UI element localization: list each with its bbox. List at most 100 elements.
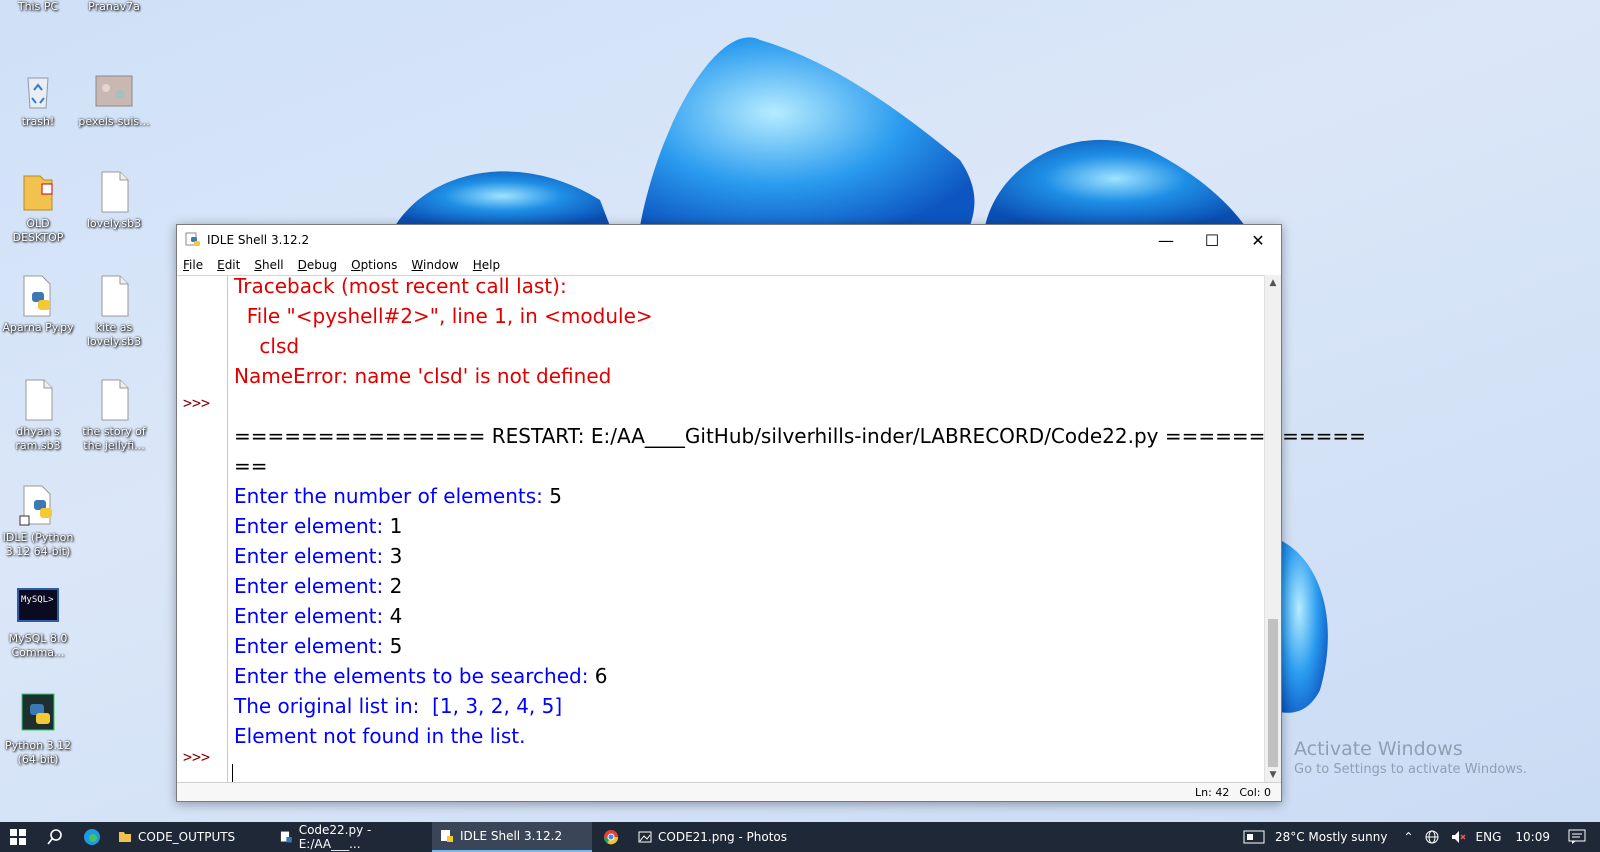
column-number: Col: 0 xyxy=(1239,785,1271,799)
desktop-icon-old-desktop[interactable]: OLD DESKTOP xyxy=(2,170,74,245)
folder-icon xyxy=(23,175,53,211)
prompt-gutter: >>> >>> xyxy=(177,276,228,784)
output-line: Enter element: 5 xyxy=(234,634,402,658)
desktop-icon-pranav7a[interactable]: Pranav7a xyxy=(78,0,150,14)
desktop-icon-label: This PC xyxy=(17,0,59,13)
desktop-icon-label: OLD DESKTOP xyxy=(12,217,64,244)
output-line: Enter the number of elements: 5 xyxy=(234,484,562,508)
menu-help[interactable]: Help xyxy=(473,258,500,272)
shell-prompt: >>> xyxy=(183,748,211,766)
desktop-icon-label: dhyan s ram.sb3 xyxy=(15,425,61,452)
menu-debug[interactable]: Debug xyxy=(298,258,337,272)
network-globe-icon[interactable] xyxy=(1424,829,1440,845)
windows-logo-icon xyxy=(10,829,26,845)
chrome-button[interactable] xyxy=(592,822,630,852)
system-tray: 28°C Mostly sunny ⌃ ENG 10:09 xyxy=(1233,822,1600,852)
taskbar-app-code22[interactable]: Code22.py - E:/AA___... xyxy=(272,822,432,852)
idle-shell-window: IDLE Shell 3.12.2 — ☐ ✕ File Edit Shell … xyxy=(176,224,1366,802)
desktop-icon-python-312[interactable]: Python 3.12 (64-bit) xyxy=(2,692,74,767)
menu-shell[interactable]: Shell xyxy=(254,258,283,272)
line-number: Ln: 42 xyxy=(1195,785,1230,799)
watermark-subtext: Go to Settings to activate Windows. xyxy=(1294,762,1527,777)
desktop-icon-label: lovely.sb3 xyxy=(86,217,142,230)
desktop-icon-idle-python[interactable]: IDLE (Python 3.12 64-bit) xyxy=(2,484,74,559)
idle-shortcut-icon xyxy=(19,485,52,526)
vertical-scrollbar[interactable]: ▲ ▼ xyxy=(1264,275,1281,783)
close-button[interactable]: ✕ xyxy=(1235,225,1281,255)
user-input: 5 xyxy=(549,484,562,508)
output-line: Enter element: 4 xyxy=(234,604,402,628)
output-line: Enter element: 1 xyxy=(234,514,402,538)
scroll-down-icon[interactable]: ▼ xyxy=(1265,767,1281,783)
shell-text[interactable]: Traceback (most recent call last): File … xyxy=(228,274,1366,790)
edge-button[interactable] xyxy=(74,822,110,852)
user-input: 5 xyxy=(389,634,403,658)
desktop-icon-mysql[interactable]: MySQL> MySQL 8.0 Comma... xyxy=(2,588,74,660)
search-icon xyxy=(47,829,62,845)
desktop-icon-dhyan-s-ram[interactable]: dhyan s ram.sb3 xyxy=(2,378,74,453)
search-button[interactable] xyxy=(36,822,74,852)
chevron-up-icon[interactable]: ⌃ xyxy=(1403,830,1413,844)
edge-icon xyxy=(84,829,100,845)
user-input: 2 xyxy=(389,574,403,598)
taskbar-app-label: CODE21.png - Photos xyxy=(658,830,788,844)
desktop-icon-lovely-sb3[interactable]: lovely.sb3 xyxy=(78,170,150,231)
notification-icon[interactable] xyxy=(1568,829,1586,845)
desktop-icon-label: MySQL 8.0 Comma... xyxy=(8,632,68,659)
minimize-button[interactable]: — xyxy=(1143,225,1189,255)
status-bar: Ln: 42 Col: 0 xyxy=(177,782,1281,801)
volume-muted-icon[interactable] xyxy=(1450,829,1466,845)
taskbar-app-code-outputs[interactable]: CODE_OUTPUTS xyxy=(110,822,272,852)
menu-edit[interactable]: Edit xyxy=(217,258,240,272)
shell-prompt: >>> xyxy=(183,394,211,412)
taskbar-app-photos[interactable]: CODE21.png - Photos xyxy=(630,822,810,852)
output-line: Enter element: 2 xyxy=(234,574,402,598)
taskbar-app-idle-shell[interactable]: IDLE Shell 3.12.2 xyxy=(432,822,592,852)
idle-app-icon xyxy=(441,830,453,842)
folder-icon xyxy=(119,832,131,842)
maximize-button[interactable]: ☐ xyxy=(1189,225,1235,255)
output-line: Enter the elements to be searched: 6 xyxy=(234,664,608,688)
restart-line: == xyxy=(234,454,268,478)
menu-options[interactable]: Options xyxy=(351,258,397,272)
desktop-icon-aparna-py[interactable]: Aparna Py.py xyxy=(2,274,74,335)
python-file-icon xyxy=(23,275,51,317)
clock[interactable]: 10:09 xyxy=(1515,830,1550,844)
taskbar-app-label: IDLE Shell 3.12.2 xyxy=(460,829,563,843)
desktop-icon-label: the story of the jellyfi... xyxy=(82,425,146,452)
traceback-line: clsd xyxy=(234,334,300,358)
output-label: Enter element: xyxy=(234,634,390,658)
desktop-icon-pexels[interactable]: pexels-suis... xyxy=(78,68,150,129)
user-input: 3 xyxy=(389,544,403,568)
chrome-icon xyxy=(603,830,619,845)
output-label: Enter the elements to be searched: xyxy=(234,664,595,688)
weather-text[interactable]: 28°C Mostly sunny xyxy=(1275,830,1388,844)
taskbar-app-label: Code22.py - E:/AA___... xyxy=(298,823,372,851)
watermark-heading: Activate Windows xyxy=(1294,738,1463,760)
user-input: 1 xyxy=(389,514,403,538)
menu-file[interactable]: File xyxy=(183,258,203,272)
output-label: Enter element: xyxy=(234,544,390,568)
start-button[interactable] xyxy=(0,822,36,852)
desktop-icon-kite-as-lovely[interactable]: kite as lovely.sb3 xyxy=(78,274,150,349)
title-bar[interactable]: IDLE Shell 3.12.2 — ☐ ✕ xyxy=(177,225,1281,255)
scroll-thumb[interactable] xyxy=(1268,619,1278,767)
language-indicator[interactable]: ENG xyxy=(1476,830,1502,844)
desktop-icon-label: Python 3.12 (64-bit) xyxy=(4,739,72,766)
output-label: Enter element: xyxy=(234,604,390,628)
desktop-icon-story-jellyfish[interactable]: the story of the jellyfi... xyxy=(78,378,150,453)
menu-window[interactable]: Window xyxy=(411,258,458,272)
idle-app-icon xyxy=(280,831,292,843)
desktop-icon-trash[interactable]: trash! xyxy=(2,68,74,129)
desktop-icon-label: Aparna Py.py xyxy=(2,321,74,334)
python-app-icon xyxy=(21,693,55,731)
output-label: Enter the number of elements: xyxy=(234,484,550,508)
output-line: Enter element: 3 xyxy=(234,544,402,568)
file-icon xyxy=(25,379,53,421)
news-weather-icon[interactable] xyxy=(1243,830,1265,844)
scroll-up-icon[interactable]: ▲ xyxy=(1265,275,1281,291)
window-title: IDLE Shell 3.12.2 xyxy=(207,233,310,247)
shell-area[interactable]: >>> >>> Traceback (most recent call last… xyxy=(177,274,1366,790)
desktop-icon-this-pc[interactable]: This PC xyxy=(2,0,74,14)
idle-app-icon xyxy=(185,232,200,246)
